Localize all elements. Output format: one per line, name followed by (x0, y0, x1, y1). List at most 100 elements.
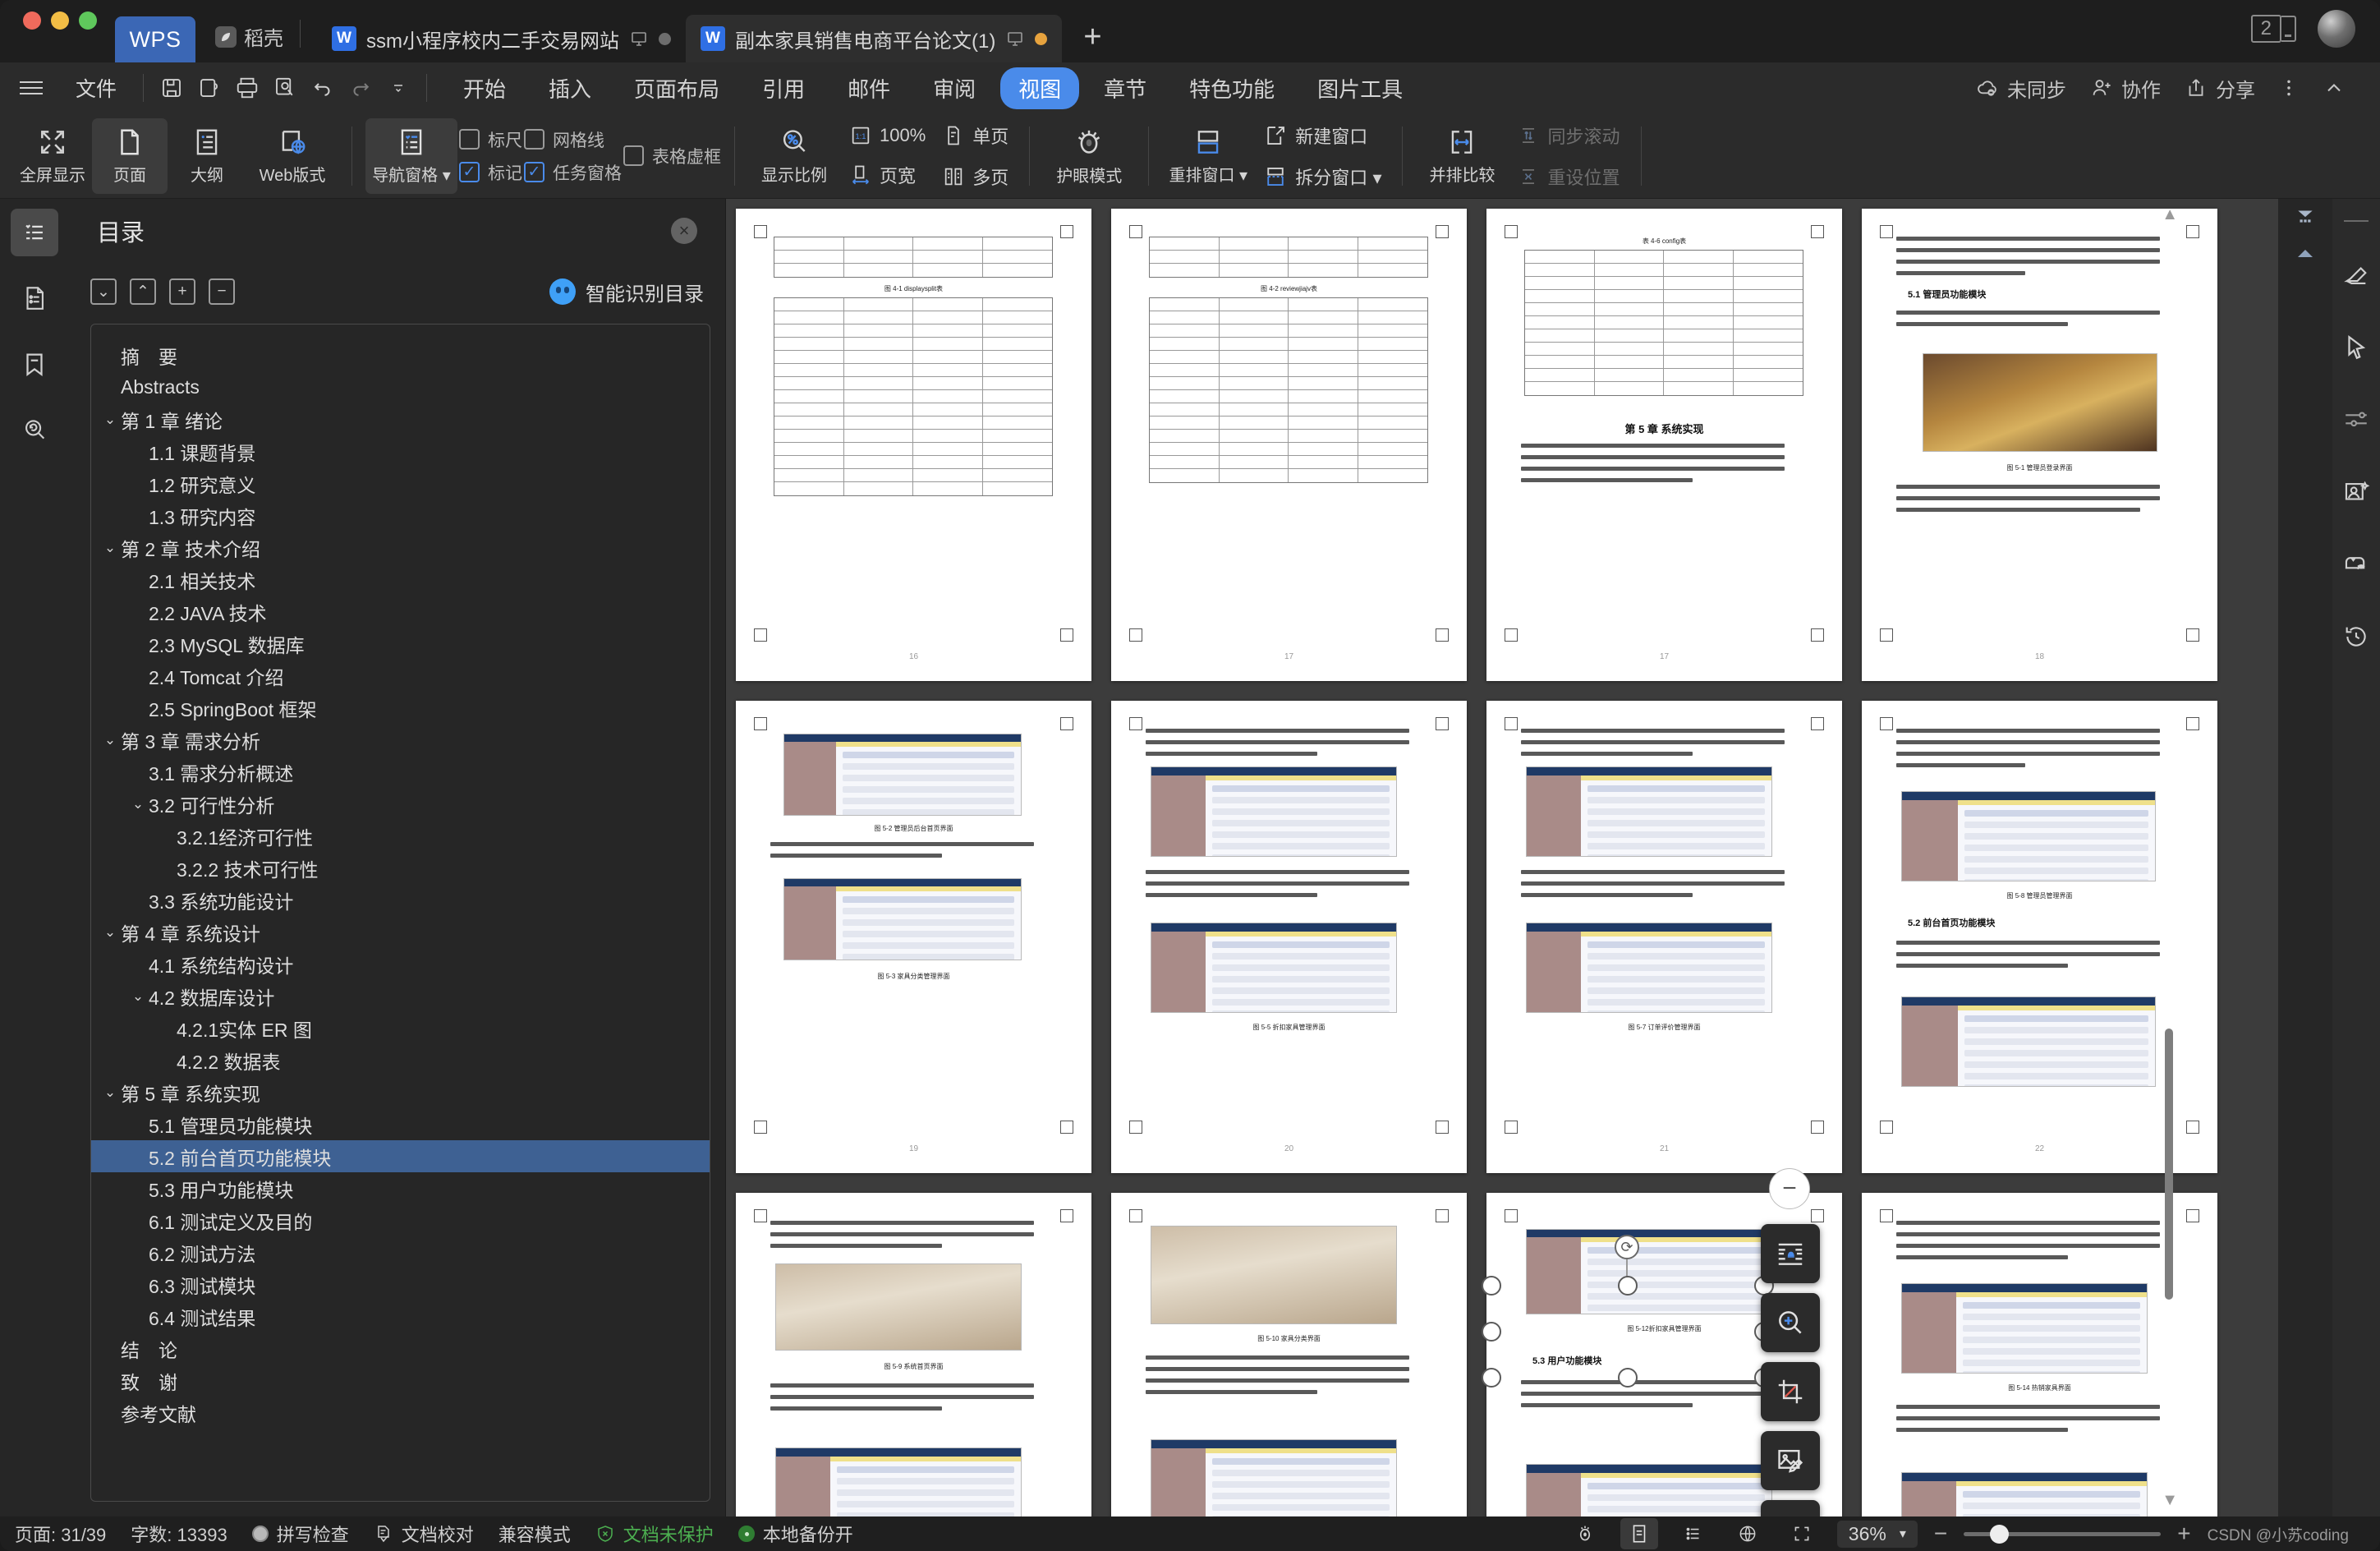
save-as-icon[interactable] (193, 71, 226, 104)
chevron-down-icon[interactable]: ⌄ (99, 732, 121, 748)
toc-item[interactable]: ·2.5 SpringBoot 框架 (91, 692, 710, 724)
split-window-button[interactable]: 拆分窗口 ▾ (1256, 159, 1389, 195)
tab-special-features[interactable]: 特色功能 (1171, 67, 1293, 109)
embedded-screenshot[interactable] (1151, 1439, 1397, 1516)
close-window-button[interactable] (23, 12, 41, 30)
embedded-screenshot[interactable] (1901, 791, 2156, 881)
chevron-down-icon[interactable]: ⌄ (99, 412, 121, 428)
toc-item[interactable]: ·5.1 管理员功能模块 (91, 1108, 710, 1140)
undo-icon[interactable] (306, 71, 339, 104)
spellcheck-toggle[interactable]: 拼写检查 (251, 1521, 349, 1547)
reset-position-button[interactable]: 重设位置 (1509, 159, 1627, 195)
toc-item[interactable]: ·1.1 课题背景 (91, 435, 710, 467)
scroll-down-arrow[interactable]: ▼ (2162, 1491, 2178, 1510)
wrap-text-icon[interactable] (1761, 1224, 1820, 1283)
minimize-window-button[interactable] (51, 12, 69, 30)
toc-item[interactable]: ·Abstracts (91, 371, 710, 403)
page-width-button[interactable]: 页宽 (842, 157, 933, 193)
document-page[interactable]: 图 5-10 家具分类界面24 (1111, 1193, 1467, 1516)
edit-image-icon[interactable] (1761, 1431, 1820, 1490)
eye-protect-icon[interactable] (1566, 1518, 1604, 1549)
image-recognize-icon[interactable] (2337, 473, 2375, 511)
document-tab-2[interactable]: W 副本家具销售电商平台论文(1) (686, 15, 1063, 62)
embedded-screenshot[interactable] (775, 1263, 1022, 1351)
chevron-down-icon[interactable]: ⌄ (127, 796, 149, 812)
sync-status-button[interactable]: 未同步 (1975, 74, 2066, 103)
outline-view-icon[interactable] (1675, 1518, 1712, 1549)
toc-item[interactable]: ·6.3 测试模块 (91, 1268, 710, 1300)
redo-icon[interactable] (344, 71, 377, 104)
highlighter-icon[interactable] (2337, 256, 2375, 294)
tab-view[interactable]: 视图 (1000, 67, 1080, 109)
page-view-icon[interactable] (1620, 1518, 1658, 1549)
zoom-in-icon[interactable] (1761, 1293, 1820, 1352)
compat-mode-label[interactable]: 兼容模式 (499, 1521, 571, 1547)
collapse-toolbar-button[interactable]: − (1769, 1168, 1810, 1209)
task-pane-checkbox[interactable]: ✓ 任务窗格 (524, 160, 622, 185)
toc-list[interactable]: ·摘 要·Abstracts⌄第 1 章 绪论·1.1 课题背景·1.2 研究意… (90, 324, 710, 1502)
tab-chapter[interactable]: 章节 (1086, 67, 1165, 109)
toc-item[interactable]: ·2.4 Tomcat 介绍 (91, 660, 710, 692)
smart-toc-button[interactable]: 智能识别目录 (549, 278, 704, 306)
table-boundaries-checkbox[interactable]: 表格虚框 (623, 144, 721, 168)
crop-icon[interactable] (1761, 1362, 1820, 1421)
selected-image-handles[interactable]: ⟳ (1482, 1235, 1774, 1388)
document-page[interactable]: 图 5-2 管理员后台首页界面图 5-3 家具分类管理界面 19 (736, 701, 1091, 1173)
document-tab-1[interactable]: W ssm小程序校内二手交易网站 (317, 15, 686, 62)
bookmark-panel-icon[interactable] (11, 340, 58, 388)
embedded-screenshot[interactable] (1151, 766, 1397, 857)
toc-item[interactable]: ·3.1 需求分析概述 (91, 756, 710, 788)
embedded-screenshot[interactable] (1526, 1464, 1772, 1516)
embedded-screenshot[interactable] (783, 878, 1022, 960)
rotate-handle[interactable]: ⟳ (1615, 1235, 1639, 1259)
eye-protect-button[interactable]: 护眼模式 (1043, 118, 1135, 194)
screen-cast-icon[interactable] (1005, 29, 1025, 48)
toc-item[interactable]: ⌄ 第 1 章 绪论 (91, 403, 710, 435)
scrollbar-thumb[interactable] (2165, 1029, 2173, 1300)
chevron-down-icon[interactable]: ⌄ (99, 540, 121, 556)
save-icon[interactable] (155, 71, 188, 104)
collaborate-button[interactable]: 协作 (2089, 74, 2161, 103)
resize-handle-tl[interactable] (1482, 1276, 1501, 1296)
tab-picture-tools[interactable]: 图片工具 (1299, 67, 1421, 109)
rearrange-window-button[interactable]: 重排窗口 ▾ (1162, 118, 1254, 194)
embedded-screenshot[interactable] (1901, 1283, 2148, 1374)
more-vertical-icon[interactable] (2278, 77, 2300, 99)
toc-item[interactable]: ·结 论 (91, 1332, 710, 1365)
toc-item[interactable]: ⌄ 第 2 章 技术介绍 (91, 532, 710, 564)
chevron-down-icon[interactable]: ⌄ (127, 988, 149, 1005)
chevron-down-icon[interactable]: ⌄ (99, 1084, 121, 1101)
chevron-up-icon[interactable] (2323, 76, 2346, 99)
outline-view-button[interactable]: 大纲 (169, 118, 245, 194)
page-indicator[interactable]: 页面: 31/39 (15, 1521, 106, 1547)
toc-item[interactable]: ·6.4 测试结果 (91, 1300, 710, 1332)
vertical-scrollbar[interactable] (2165, 207, 2173, 1472)
zoom-level-select[interactable]: 36% ▾ (1836, 1520, 1918, 1548)
toc-item[interactable]: ·1.2 研究意义 (91, 467, 710, 499)
chevron-down-icon[interactable]: ⌄ (99, 924, 121, 941)
cursor-select-icon[interactable] (2337, 329, 2375, 366)
tab-insert[interactable]: 插入 (531, 67, 609, 109)
word-count[interactable]: 字数: 13393 (131, 1521, 227, 1547)
zoom-slider-knob[interactable] (1990, 1524, 2010, 1544)
toc-item[interactable]: ·4.2.2 数据表 (91, 1044, 710, 1076)
toc-item[interactable]: ·4.2.1实体 ER 图 (91, 1012, 710, 1044)
chevron-up-icon[interactable] (2295, 246, 2316, 261)
toc-item[interactable]: ·6.2 测试方法 (91, 1236, 710, 1268)
document-page[interactable]: 图 4-1 displaysplit表 16 (736, 209, 1091, 681)
customize-toolbar-icon[interactable] (382, 71, 415, 104)
print-preview-icon[interactable] (269, 71, 301, 104)
toc-item[interactable]: ·5.2 前台首页功能模块 (91, 1140, 710, 1172)
history-search-icon[interactable] (11, 406, 58, 453)
toc-item[interactable]: ·3.2.1经济可行性 (91, 820, 710, 852)
outline-panel-icon[interactable] (11, 209, 58, 256)
close-icon[interactable]: × (671, 218, 697, 244)
side-by-side-button[interactable]: 并排比较 (1416, 118, 1508, 194)
user-avatar[interactable] (2318, 10, 2355, 48)
toc-item[interactable]: ·2.2 JAVA 技术 (91, 596, 710, 628)
toc-item[interactable]: ⌄ 第 5 章 系统实现 (91, 1076, 710, 1108)
embedded-screenshot[interactable] (783, 734, 1022, 816)
toc-item[interactable]: ·2.1 相关技术 (91, 564, 710, 596)
fullscreen-button[interactable]: 全屏显示 (15, 118, 90, 194)
expand-all-icon[interactable]: + (169, 278, 195, 305)
